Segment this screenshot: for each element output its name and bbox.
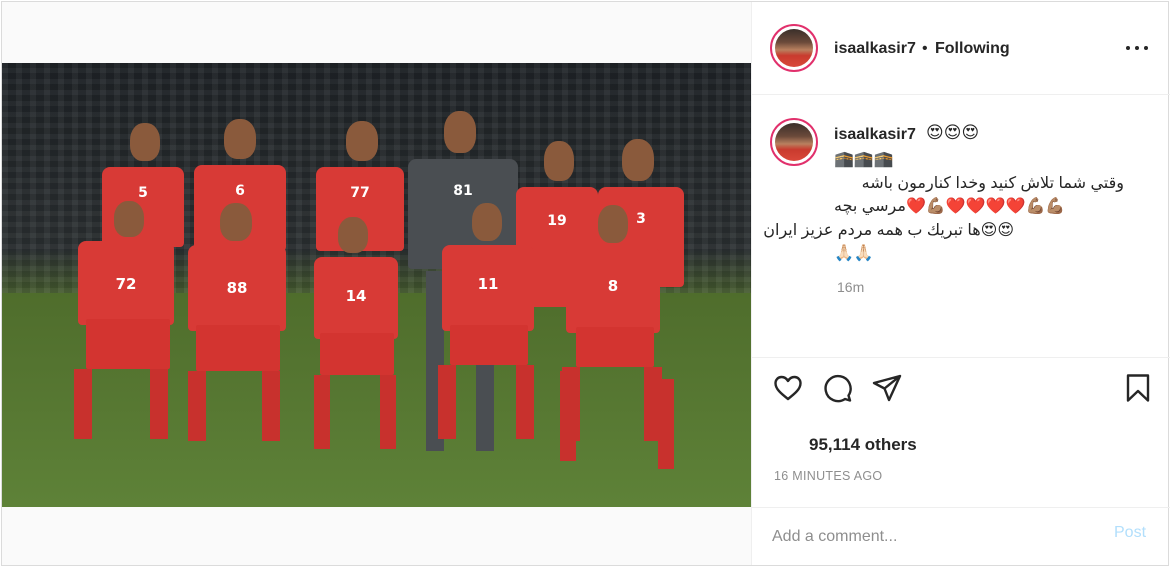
post-header: isaalkasir7 • Following	[752, 2, 1170, 95]
instagram-post: 5 6 77 81 19 3 72 88 14 11 8 isaalkasir7…	[1, 1, 1170, 566]
post-sidebar: isaalkasir7 • Following isaalkasir7 😍😍😍 …	[751, 2, 1170, 565]
comment-input[interactable]	[772, 524, 1092, 550]
likes-count[interactable]: 95,114 others	[809, 435, 917, 455]
caption-line: وقتي شما تلاش كنيد وخدا كنارمون باشه	[861, 174, 1124, 192]
following-button[interactable]: Following	[935, 40, 1010, 58]
more-options-icon[interactable]	[1122, 36, 1152, 60]
caption-line: 🙏🏻🙏🏻	[834, 245, 874, 262]
bookmark-icon[interactable]	[1122, 372, 1154, 404]
caption-emoji: 😍😍😍	[926, 123, 980, 142]
action-bar	[752, 357, 1170, 419]
caption-text: 🕋🕋🕋 وقتي شما تلاش كنيد وخدا كنارمون باشه…	[763, 148, 1134, 266]
paper-plane-icon[interactable]	[871, 372, 903, 404]
caption-username-link[interactable]: isaalkasir7	[834, 126, 916, 144]
username-link[interactable]: isaalkasir7	[834, 40, 916, 58]
comment-timestamp[interactable]: 16m	[837, 279, 864, 295]
caption-avatar[interactable]	[770, 118, 818, 166]
comment-icon[interactable]	[822, 372, 854, 404]
team-photo[interactable]: 5 6 77 81 19 3 72 88 14 11 8	[2, 63, 751, 507]
post-comment-button[interactable]: Post	[1114, 524, 1146, 542]
caption-line: 💪🏽💪🏽❤️❤️❤️❤️💪🏽❤️مرسي بچه	[834, 198, 1066, 215]
post-timestamp[interactable]: 16 MINUTES AGO	[774, 469, 882, 483]
caption-line: 😍😍ها تبريك ب همه مردم عزيز ايران	[763, 221, 1014, 239]
avatar[interactable]	[770, 24, 818, 72]
comments-section: isaalkasir7 😍😍😍 🕋🕋🕋 وقتي شما تلاش كنيد و…	[752, 95, 1170, 357]
post-media: 5 6 77 81 19 3 72 88 14 11 8	[2, 2, 751, 565]
add-comment-bar: Post	[752, 507, 1170, 565]
heart-icon[interactable]	[772, 372, 804, 404]
separator-dot: •	[922, 40, 928, 57]
caption-line: 🕋🕋🕋	[834, 151, 894, 168]
